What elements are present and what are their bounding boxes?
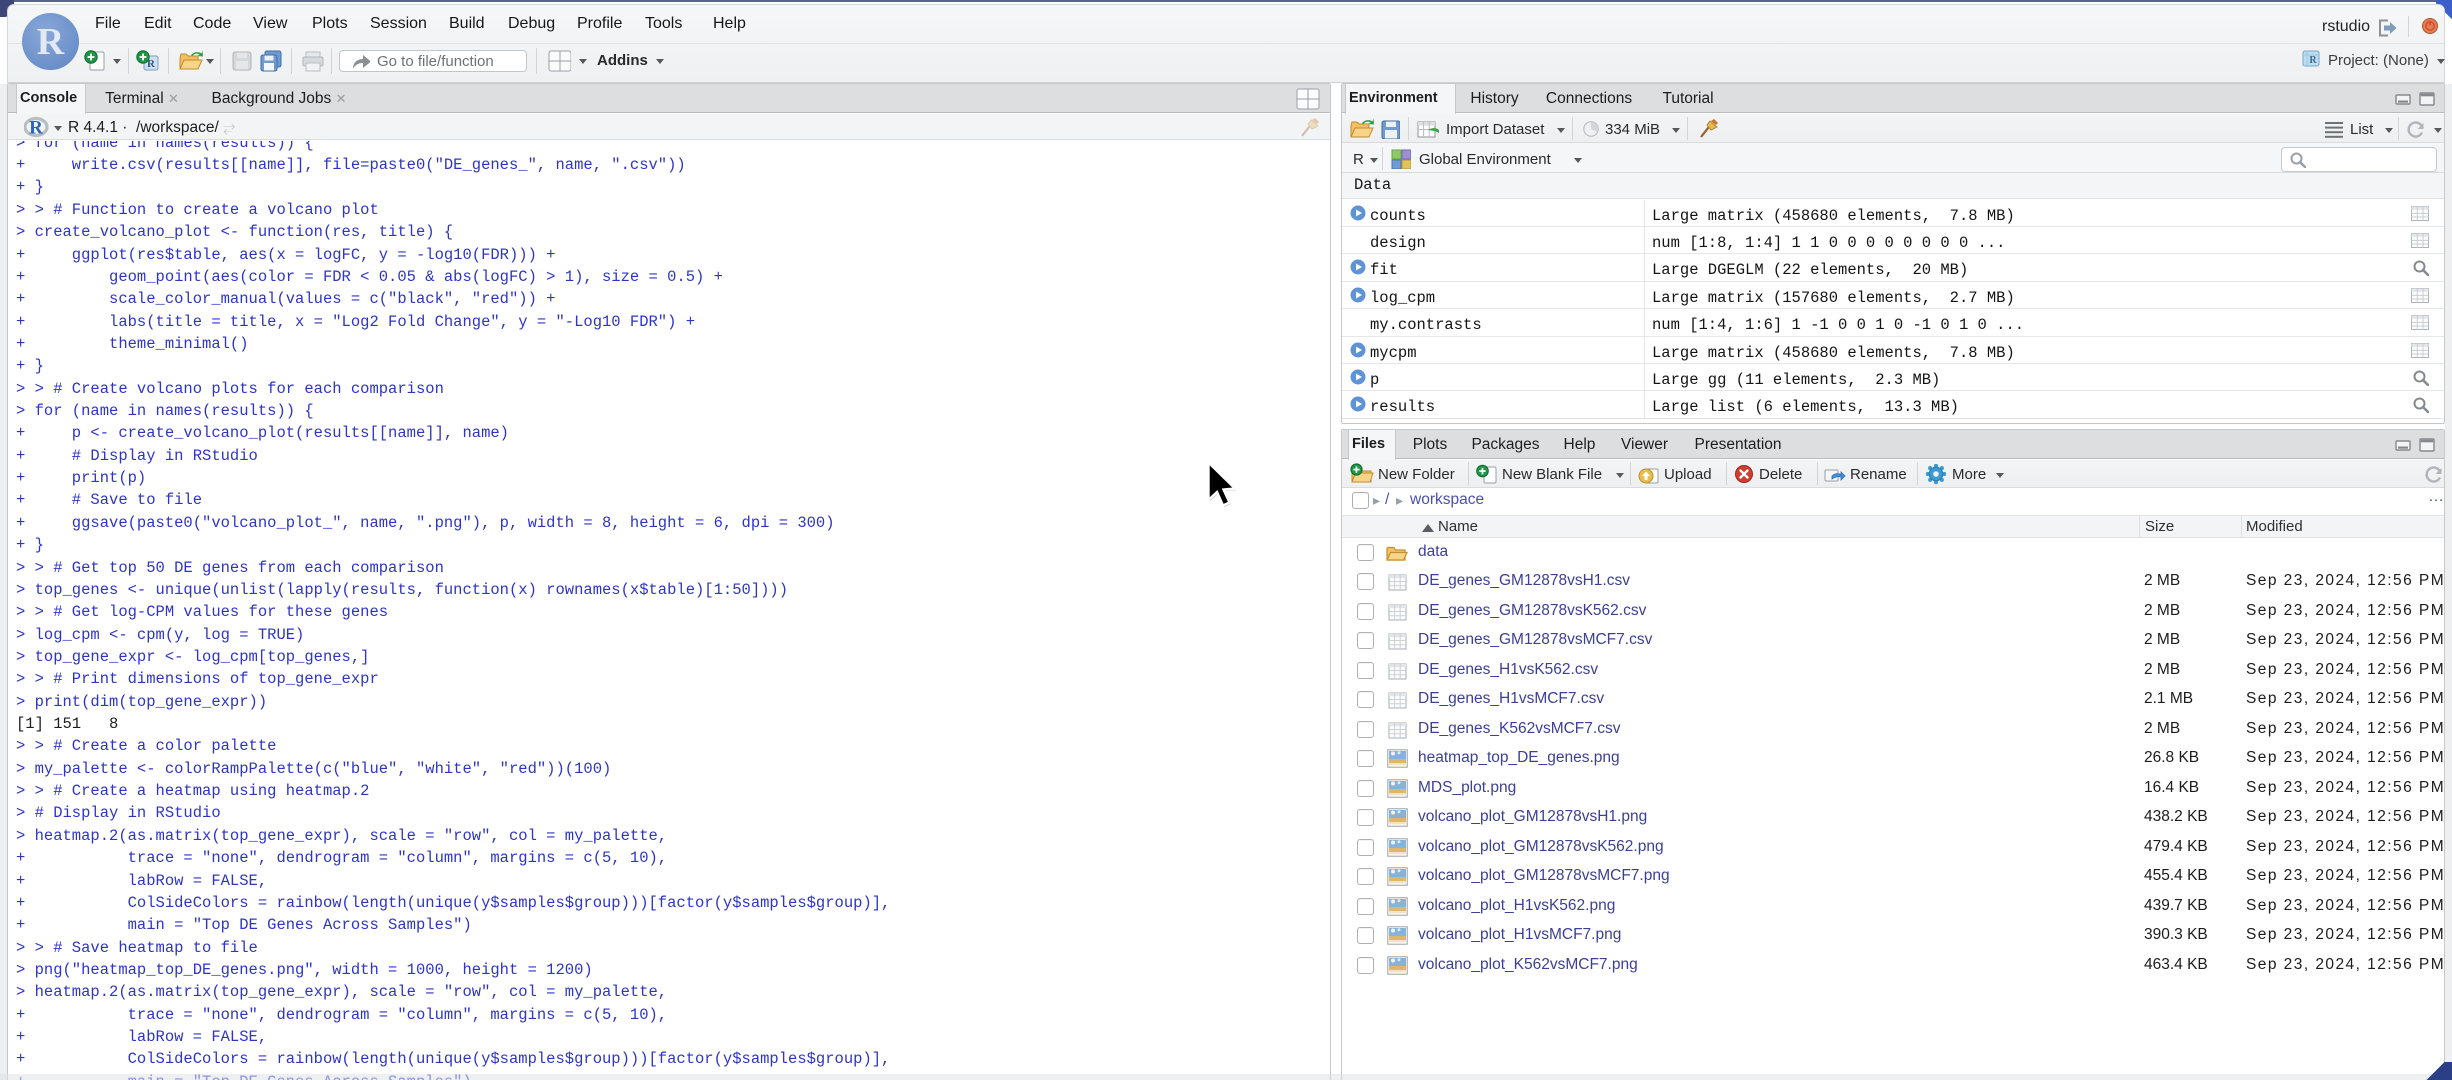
svg-text:R: R [2309, 55, 2317, 66]
svg-text:R: R [29, 118, 43, 139]
